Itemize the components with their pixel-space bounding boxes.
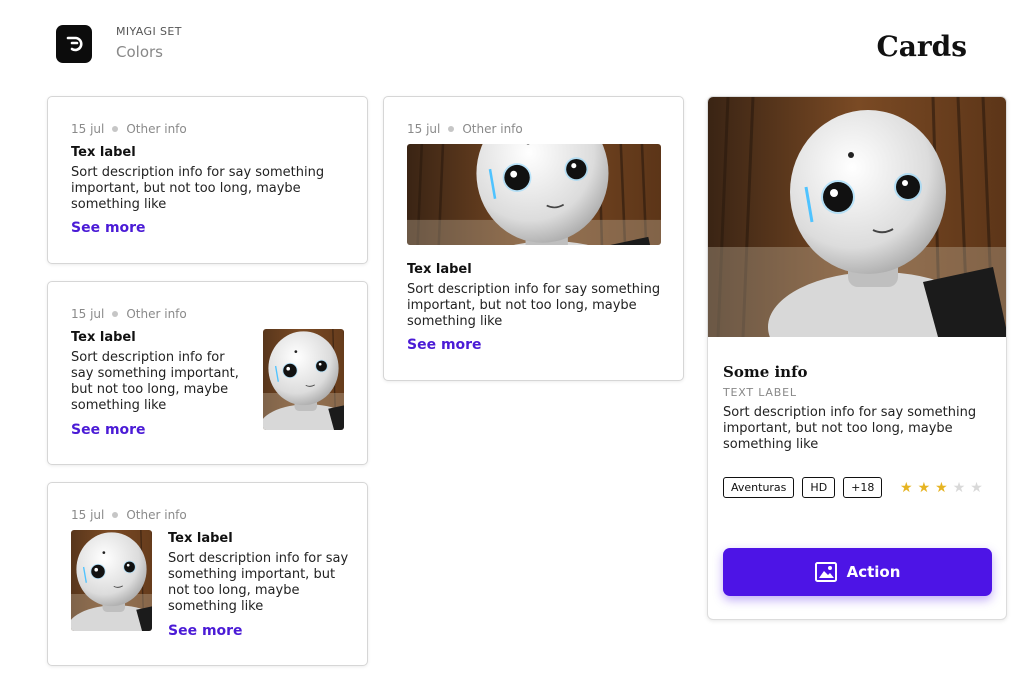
tag-age-rating[interactable]: +18 bbox=[843, 477, 883, 498]
card-date: 15 jul bbox=[71, 307, 105, 321]
set-subtitle: Colors bbox=[116, 43, 163, 61]
card-label: Tex label bbox=[168, 531, 233, 546]
card-image-top: 15 jul Other info Tex label Sort descrip… bbox=[383, 96, 684, 381]
card-date: 15 jul bbox=[71, 122, 105, 136]
star-icon[interactable]: ★ bbox=[900, 481, 913, 495]
dot-separator bbox=[112, 311, 119, 317]
card-description: Sort description info for say something … bbox=[168, 551, 349, 614]
card-image-left: 15 jul Other info Tex label Sort descrip… bbox=[47, 482, 368, 666]
card-meta: 15 jul Other info bbox=[71, 508, 187, 522]
tag-hd[interactable]: HD bbox=[802, 477, 836, 498]
card-text-only: 15 jul Other info Tex label Sort descrip… bbox=[47, 96, 368, 264]
miyagi-logo-icon bbox=[56, 25, 92, 63]
robot-thumbnail bbox=[71, 530, 152, 631]
card-image-right: 15 jul Other info Tex label Sort descrip… bbox=[47, 281, 368, 465]
action-button[interactable]: Action bbox=[723, 548, 992, 596]
tag-list: Aventuras HD +18 bbox=[723, 477, 883, 498]
card-meta: 15 jul Other info bbox=[407, 122, 523, 136]
set-name: MIYAGI SET bbox=[116, 25, 182, 38]
star-icon[interactable]: ★ bbox=[953, 481, 966, 495]
card-other-info: Other info bbox=[126, 508, 187, 522]
card-date: 15 jul bbox=[71, 508, 105, 522]
feature-title: Some info bbox=[723, 363, 808, 381]
dot-separator bbox=[448, 126, 455, 132]
robot-thumbnail bbox=[263, 329, 344, 430]
card-description: Sort description info for say something … bbox=[407, 282, 661, 329]
star-icon[interactable]: ★ bbox=[970, 481, 983, 495]
see-more-link[interactable]: See more bbox=[71, 422, 146, 438]
see-more-link[interactable]: See more bbox=[71, 220, 146, 236]
tag-aventuras[interactable]: Aventuras bbox=[723, 477, 795, 498]
robot-hero-image bbox=[708, 97, 1006, 337]
star-icon[interactable]: ★ bbox=[935, 481, 948, 495]
card-other-info: Other info bbox=[126, 307, 187, 321]
star-rating[interactable]: ★ ★ ★ ★ ★ bbox=[900, 481, 983, 495]
card-other-info: Other info bbox=[462, 122, 523, 136]
see-more-link[interactable]: See more bbox=[168, 623, 243, 639]
feature-card: Some info TEXT LABEL Sort description in… bbox=[707, 96, 1007, 620]
card-label: Tex label bbox=[71, 330, 136, 345]
card-label: Tex label bbox=[407, 262, 472, 277]
card-label: Tex label bbox=[71, 145, 136, 160]
robot-banner-image bbox=[407, 144, 661, 245]
feature-text-label: TEXT LABEL bbox=[723, 386, 797, 399]
card-meta: 15 jul Other info bbox=[71, 307, 187, 321]
card-other-info: Other info bbox=[126, 122, 187, 136]
card-meta: 15 jul Other info bbox=[71, 122, 187, 136]
dot-separator bbox=[112, 126, 119, 132]
dot-separator bbox=[112, 512, 119, 518]
page-title: Cards bbox=[876, 30, 967, 63]
see-more-link[interactable]: See more bbox=[407, 337, 482, 353]
image-icon bbox=[814, 562, 837, 582]
feature-description: Sort description info for say something … bbox=[723, 405, 977, 452]
card-date: 15 jul bbox=[407, 122, 441, 136]
star-icon[interactable]: ★ bbox=[918, 481, 931, 495]
action-label: Action bbox=[846, 563, 901, 581]
card-description: Sort description info for say something … bbox=[71, 165, 325, 212]
card-description: Sort description info for say something … bbox=[71, 350, 239, 413]
